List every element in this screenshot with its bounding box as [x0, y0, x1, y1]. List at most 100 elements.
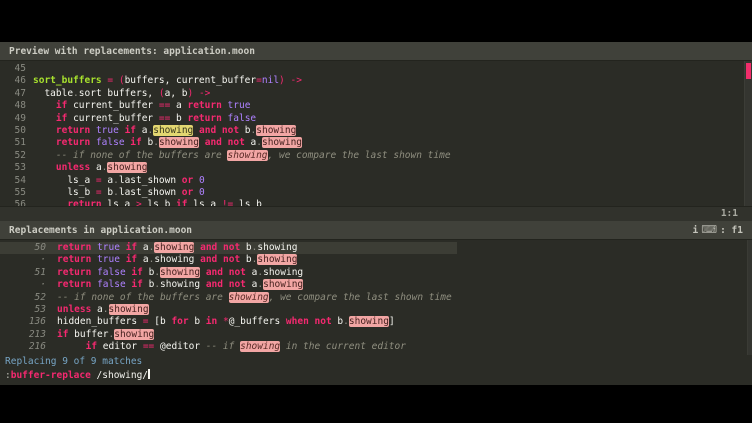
code-token: b: [332, 316, 343, 327]
code-token: ls_a: [33, 175, 96, 186]
code-token: unless: [57, 304, 91, 315]
keyboard-icon: ⌨: [701, 225, 717, 235]
match-highlight: showing: [114, 329, 154, 340]
code-token: sort buffers,: [79, 88, 159, 99]
match-highlight: showing: [159, 137, 199, 148]
code-token: false: [228, 113, 257, 124]
code-token: ==: [143, 341, 154, 352]
cursor-position: 1:1: [721, 208, 738, 219]
code-token: return: [67, 199, 101, 206]
echo-message: Replacing 9 of 9 matches: [0, 355, 752, 368]
scrollbar-thumb[interactable]: [746, 63, 751, 79]
code-token: 0: [199, 175, 205, 186]
line-number: 50: [0, 125, 26, 137]
code-line[interactable]: 46sort_buffers = (buffers, current_buffe…: [0, 75, 752, 87]
match-row[interactable]: 52-- if none of the buffers are showing,…: [0, 292, 457, 304]
line-number: 56: [0, 199, 26, 206]
code-line[interactable]: 48 if current_buffer == a return true: [0, 100, 752, 112]
command-line[interactable]: :buffer-replace /showing/: [0, 368, 752, 384]
code-line[interactable]: 54 ls_a = a.last_shown or 0: [0, 175, 752, 187]
replacements-list[interactable]: 50return true if a.showing and not b.sho…: [0, 240, 752, 355]
code-token: return: [57, 242, 91, 253]
code-token: b: [240, 242, 251, 253]
code-token: ls_b: [33, 187, 96, 198]
match-highlight: showing: [160, 267, 200, 278]
code-line[interactable]: 50 return true if a.showing and not b.sh…: [0, 125, 752, 137]
match-row-selected[interactable]: 50return true if a.showing and not b.sho…: [0, 242, 457, 254]
code-token: buffer: [68, 329, 108, 340]
status-bar: 1:1: [0, 206, 752, 221]
code-line[interactable]: 56 return ls_a > ls_b if ls_a != ls_b: [0, 199, 752, 206]
code-token: ->: [199, 88, 210, 99]
code-token: a, b: [165, 88, 188, 99]
code-token: unless: [56, 162, 90, 173]
code-token: hidden_buffers: [57, 316, 143, 327]
match-row[interactable]: 216 if editor == @editor -- if showing i…: [0, 341, 457, 353]
code-line[interactable]: 49 if current_buffer == b return false: [0, 113, 752, 125]
match-highlight: showing: [154, 242, 194, 253]
code-token: table: [33, 88, 73, 99]
match-line-number: ·: [0, 279, 46, 291]
code-token: and: [200, 242, 217, 253]
code-token: -- if none of the buffers are: [56, 150, 228, 161]
code-token: return: [57, 254, 91, 265]
help-hint-prefix: i: [692, 221, 698, 240]
code-token: ls_b: [142, 199, 176, 206]
match-row[interactable]: 136hidden_buffers = [b for b in *@_buffe…: [0, 316, 457, 328]
code-token: 0: [199, 187, 205, 198]
match-row[interactable]: 53unless a.showing: [0, 304, 457, 316]
code-token: showing: [257, 242, 297, 253]
code-token: true: [97, 254, 120, 265]
line-number: 46: [0, 75, 26, 87]
code-token: !=: [222, 199, 233, 206]
code-token: showing: [154, 254, 194, 265]
code-token: sort_buffers: [33, 75, 102, 86]
match-line-number: 53: [0, 304, 46, 316]
match-row[interactable]: ·return true if a.showing and not b.show…: [0, 254, 457, 266]
code-token: [33, 150, 56, 161]
code-token: @editor: [154, 341, 205, 352]
code-line[interactable]: 55 ls_b = b.last_shown or 0: [0, 187, 752, 199]
replacements-pane-header: Replacements in application.moon i ⌨ : f…: [0, 221, 752, 240]
code-token: in the current editor: [280, 341, 406, 352]
code-token: -- if: [206, 341, 240, 352]
code-token: , we compare the last shown time: [269, 292, 452, 303]
preview-editor[interactable]: 4546sort_buffers = (buffers, current_buf…: [0, 61, 752, 206]
preview-pane-title: Preview with replacements: application.m…: [9, 42, 255, 61]
scrollbar-track[interactable]: [744, 61, 752, 206]
code-line[interactable]: 51 return false if b.showing and not a.s…: [0, 137, 752, 149]
code-token: false: [97, 279, 126, 290]
code-token: if: [86, 341, 97, 352]
match-highlight: showing: [153, 125, 193, 136]
match-row[interactable]: ·return false if b.showing and not a.sho…: [0, 279, 457, 291]
code-token: not: [228, 137, 245, 148]
code-line[interactable]: 47 table.sort buffers, (a, b) ->: [0, 88, 752, 100]
match-highlight: showing: [109, 304, 149, 315]
preview-pane-header: Preview with replacements: application.m…: [0, 42, 752, 61]
code-token: if: [126, 254, 137, 265]
code-token: [33, 113, 56, 124]
command-name: buffer-replace: [11, 370, 91, 381]
code-token: true: [97, 242, 120, 253]
match-highlight: showing: [257, 254, 297, 265]
code-token: a: [170, 100, 187, 111]
code-line[interactable]: 45: [0, 63, 752, 75]
line-number: 49: [0, 113, 26, 125]
help-hint: i ⌨ : f1: [692, 221, 743, 240]
code-token: [57, 341, 86, 352]
code-token: b: [142, 137, 153, 148]
code-token: a: [91, 304, 102, 315]
code-token: [: [149, 316, 160, 327]
code-token: current_buffer: [67, 100, 159, 111]
code-token: buffers, current_buffer: [125, 75, 257, 86]
code-token: and: [206, 267, 223, 278]
match-row[interactable]: 51return false if b.showing and not a.sh…: [0, 267, 457, 279]
code-token: return: [56, 137, 90, 148]
code-token: a: [136, 125, 147, 136]
code-token: true: [228, 100, 251, 111]
code-line[interactable]: 53 unless a.showing: [0, 162, 752, 174]
code-token: a: [137, 242, 148, 253]
code-line[interactable]: 52 -- if none of the buffers are showing…: [0, 150, 752, 162]
list-scrollbar-track[interactable]: [747, 240, 752, 355]
match-row[interactable]: 213if buffer.showing: [0, 329, 457, 341]
